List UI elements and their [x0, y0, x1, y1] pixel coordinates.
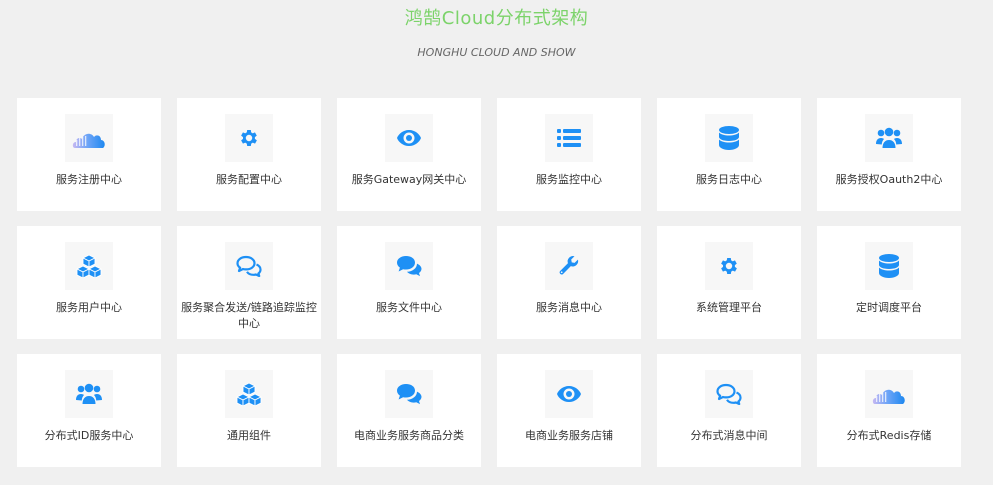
eye-icon: [385, 114, 433, 162]
service-card-label: 服务日志中心: [696, 173, 762, 186]
service-card[interactable]: 服务监控中心: [497, 98, 641, 211]
comments-icon: [385, 370, 433, 418]
service-card[interactable]: 服务用户中心: [17, 226, 161, 339]
service-card[interactable]: 电商业务服务店铺: [497, 354, 641, 467]
database-icon: [719, 126, 739, 150]
cubes-icon: [225, 370, 273, 418]
cubes-icon: [76, 254, 102, 278]
database-icon: [705, 114, 753, 162]
service-card[interactable]: 分布式Redis存储: [817, 354, 961, 467]
gear-icon: [241, 130, 257, 146]
service-card-label: 通用组件: [227, 429, 271, 442]
comments-outline-icon: [236, 255, 262, 277]
gear-icon: [721, 258, 737, 274]
service-card[interactable]: 服务日志中心: [657, 98, 801, 211]
service-card[interactable]: 电商业务服务商品分类: [337, 354, 481, 467]
comments-icon: [397, 256, 422, 277]
service-card-label: 电商业务服务商品分类: [354, 429, 464, 442]
service-card[interactable]: 服务注册中心: [17, 98, 161, 211]
service-card[interactable]: 服务配置中心: [177, 98, 321, 211]
service-card-label: 分布式消息中间: [690, 429, 768, 442]
comments-outline-icon: [705, 370, 753, 418]
service-card-label: 服务配置中心: [216, 173, 282, 186]
service-card-label: 定时调度平台: [856, 301, 922, 314]
service-card-label: 服务授权Oauth2中心: [835, 173, 943, 186]
cloud-icon: [72, 133, 105, 148]
cloud-icon: [865, 370, 913, 418]
comments-outline-icon: [225, 242, 273, 290]
service-card[interactable]: 服务聚合发送/链路追踪监控中心: [177, 226, 321, 339]
page-subtitle: HONGHU CLOUD AND SHOW: [417, 46, 576, 59]
service-card-label: 系统管理平台: [696, 301, 762, 314]
cloud-icon: [872, 389, 905, 404]
users-icon: [865, 114, 913, 162]
eye-icon: [397, 130, 421, 146]
database-icon: [865, 242, 913, 290]
wrench-icon: [545, 242, 593, 290]
service-card-label: 服务Gateway网关中心: [351, 173, 467, 186]
list-icon: [557, 129, 581, 147]
service-card-label: 电商业务服务店铺: [525, 429, 613, 442]
service-card[interactable]: 通用组件: [177, 354, 321, 467]
service-card[interactable]: 定时调度平台: [817, 226, 961, 339]
wrench-icon: [559, 256, 579, 275]
eye-icon: [557, 386, 581, 402]
users-icon: [76, 383, 102, 404]
comments-icon: [397, 384, 422, 405]
service-card-label: 服务文件中心: [376, 301, 442, 314]
cloud-icon: [65, 114, 113, 162]
page-title: 鸿鹄Cloud分布式架构: [404, 8, 589, 29]
comments-icon: [385, 242, 433, 290]
service-card[interactable]: 分布式ID服务中心: [17, 354, 161, 467]
database-icon: [879, 254, 899, 278]
gear-icon: [705, 242, 753, 290]
cubes-icon: [236, 382, 262, 406]
comments-outline-icon: [716, 383, 742, 405]
service-card[interactable]: 服务授权Oauth2中心: [817, 98, 961, 211]
service-card[interactable]: 系统管理平台: [657, 226, 801, 339]
service-grid: 服务注册中心 服务配置中心 服务Gateway网关中心 服务监控中心 服务日志中心 服务授…: [17, 98, 961, 467]
service-card-label: 分布式ID服务中心: [44, 429, 134, 442]
list-icon: [545, 114, 593, 162]
service-card[interactable]: 服务消息中心: [497, 226, 641, 339]
service-card-label: 服务聚合发送/链路追踪监控中心: [181, 301, 317, 330]
service-card-label: 服务消息中心: [536, 301, 602, 314]
service-card[interactable]: 分布式消息中间: [657, 354, 801, 467]
users-icon: [876, 127, 902, 148]
service-card-label: 分布式Redis存储: [846, 429, 932, 442]
service-card-label: 服务注册中心: [56, 173, 122, 186]
page-header: 鸿鹄Cloud分布式架构 HONGHU CLOUD AND SHOW: [0, 0, 993, 60]
eye-icon: [545, 370, 593, 418]
gear-icon: [225, 114, 273, 162]
service-card-label: 服务用户中心: [56, 301, 122, 314]
service-card[interactable]: 服务文件中心: [337, 226, 481, 339]
service-card[interactable]: 服务Gateway网关中心: [337, 98, 481, 211]
service-card-label: 服务监控中心: [536, 173, 602, 186]
cubes-icon: [65, 242, 113, 290]
users-icon: [65, 370, 113, 418]
